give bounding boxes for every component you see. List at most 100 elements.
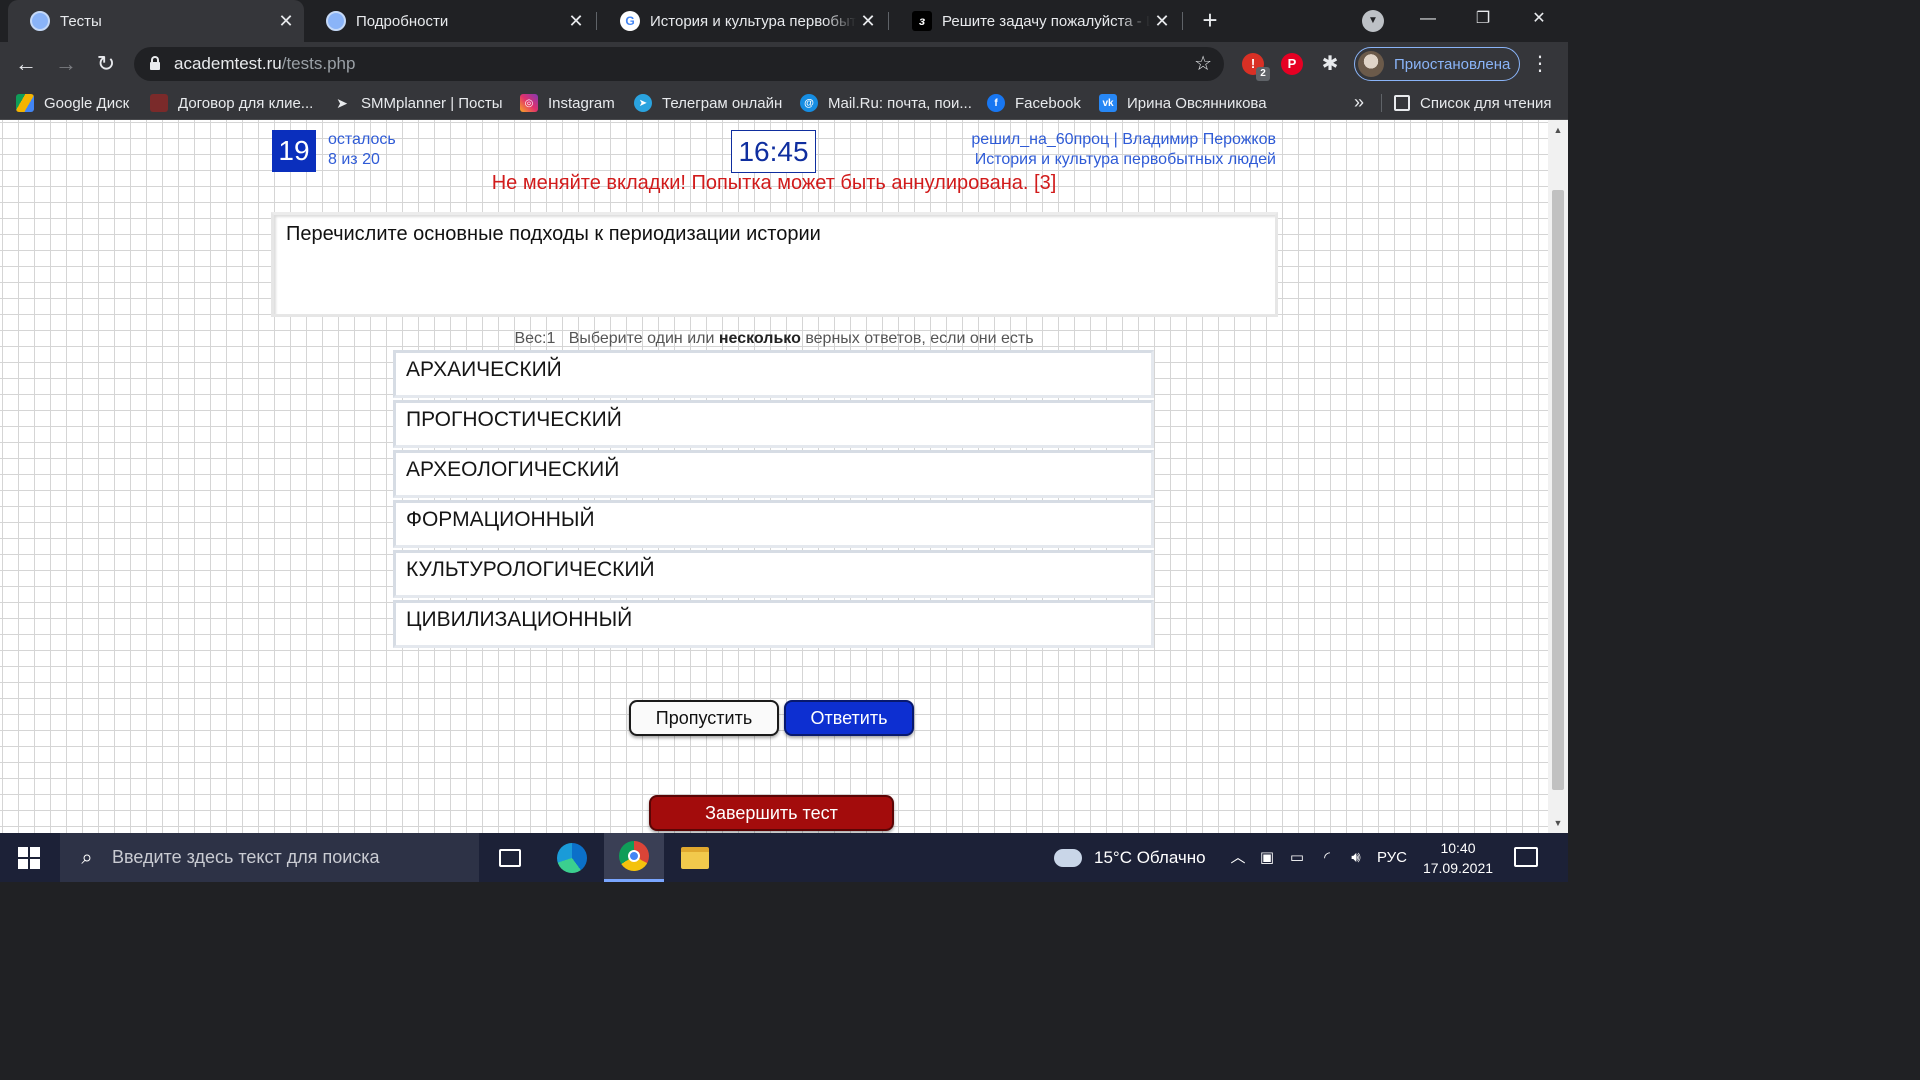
restore-icon[interactable]: ❐ (1460, 0, 1506, 40)
page-scrollbar[interactable]: ▲ ▼ (1548, 120, 1568, 833)
answer-list: АРХАИЧЕСКИЙ ПРОГНОСТИЧЕСКИЙ АРХЕОЛОГИЧЕС… (393, 350, 1154, 650)
facebook-icon: f (987, 94, 1005, 112)
google-icon: G (620, 11, 640, 31)
edge-icon (557, 842, 587, 873)
profile-button[interactable]: Приостановлена (1354, 47, 1520, 81)
language-indicator[interactable]: РУС (1376, 833, 1408, 882)
bookmark-google-drive[interactable]: Google Диск (16, 86, 129, 120)
scroll-down-icon[interactable]: ▼ (1548, 815, 1568, 831)
meet-now-icon[interactable]: ▣ (1256, 833, 1278, 882)
bookmark-label: Facebook (1015, 94, 1081, 112)
question-text: Перечислите основные подходы к периодиза… (271, 212, 1278, 317)
tab-title: История и культура первобытных (650, 12, 856, 30)
browser-menu-icon[interactable]: ⋮ (1530, 50, 1550, 78)
tray-chevron-icon[interactable]: ︿ (1228, 833, 1248, 882)
taskbar-search[interactable]: ⌕ Введите здесь текст для поиска (60, 833, 479, 882)
znanija-icon: з (912, 11, 932, 31)
pinterest-extension-icon[interactable]: P (1281, 53, 1303, 75)
tab-tests[interactable]: Тесты ✕ (8, 0, 304, 42)
tab-separator (888, 12, 889, 30)
explorer-taskbar-button[interactable] (665, 833, 725, 882)
tab-separator (1182, 12, 1183, 30)
clock-date: 17.09.2021 (1422, 860, 1494, 876)
globe-icon (326, 11, 346, 31)
hint-emphasis: несколько (718, 330, 801, 347)
answer-option[interactable]: АРХАИЧЕСКИЙ (393, 350, 1154, 398)
answer-button[interactable]: Ответить (784, 700, 914, 736)
battery-icon[interactable]: ▭ (1286, 833, 1308, 882)
globe-icon (30, 11, 50, 31)
address-bar[interactable]: academtest.ru/tests.php ☆ (134, 47, 1224, 81)
document-icon (150, 94, 168, 112)
avatar (1358, 51, 1384, 77)
hint-text: Выберите один или (568, 330, 715, 347)
new-tab-button[interactable]: + (1196, 6, 1224, 34)
wifi-icon[interactable]: ◜ (1316, 833, 1338, 882)
close-window-icon[interactable]: ✕ (1516, 0, 1562, 40)
mailru-icon: @ (800, 94, 818, 112)
adblock-extension-icon[interactable]: ! 2 (1242, 53, 1270, 81)
skip-button[interactable]: Пропустить (629, 700, 779, 736)
close-icon[interactable]: ✕ (1150, 11, 1174, 32)
reading-list-button[interactable]: Список для чтения (1394, 86, 1552, 120)
answer-option[interactable]: ЦИВИЛИЗАЦИОННЫЙ (393, 600, 1154, 648)
countdown-timer: 16:45 (731, 130, 816, 173)
bookmark-star-icon[interactable]: ☆ (1194, 51, 1212, 76)
tab-switch-warning: Не меняйте вкладки! Попытка может быть а… (491, 172, 1057, 194)
folder-icon (681, 846, 709, 869)
bookmark-instagram[interactable]: ◎ Instagram (520, 86, 615, 120)
hint-text: верных ответов, если они есть (805, 330, 1034, 347)
windows-taskbar: ⌕ Введите здесь текст для поиска 15°C Об… (0, 833, 1568, 882)
forward-icon[interactable]: → (52, 50, 80, 78)
tab-search-icon[interactable]: ▼ (1362, 10, 1384, 32)
windows-start-icon[interactable] (18, 847, 40, 869)
volume-icon[interactable]: 🔊︎ (1344, 833, 1368, 882)
close-icon[interactable]: ✕ (274, 11, 298, 32)
finish-test-button[interactable]: Завершить тест (649, 795, 894, 831)
notifications-icon[interactable] (1514, 847, 1538, 867)
minimize-icon[interactable]: — (1405, 0, 1451, 40)
bookmark-contract[interactable]: Договор для клие... (150, 86, 313, 120)
edge-taskbar-button[interactable] (542, 833, 602, 882)
reload-icon[interactable]: ↻ (92, 50, 120, 78)
taskbar-clock[interactable]: 10:40 17.09.2021 (1418, 838, 1498, 878)
chrome-taskbar-button[interactable] (604, 833, 664, 882)
bookmark-smmplanner[interactable]: ➤ SMMplanner | Посты (333, 86, 503, 120)
extension-badge: 2 (1256, 67, 1270, 81)
scroll-thumb[interactable] (1552, 190, 1564, 790)
extensions-puzzle-icon[interactable]: ✱ (1318, 50, 1342, 78)
task-view-button[interactable] (480, 833, 540, 882)
back-icon[interactable]: ← (12, 50, 40, 78)
bookmark-label: Ирина Овсянникова (1127, 94, 1267, 112)
tab-history[interactable]: G История и культура первобытных ✕ (598, 0, 886, 42)
bookmark-facebook[interactable]: f Facebook (987, 86, 1081, 120)
bookmark-label: Google Диск (44, 94, 130, 112)
answer-option[interactable]: АРХЕОЛОГИЧЕСКИЙ (393, 450, 1154, 498)
scroll-up-icon[interactable]: ▲ (1548, 122, 1568, 138)
answer-option[interactable]: КУЛЬТУРОЛОГИЧЕСКИЙ (393, 550, 1154, 598)
browser-tabstrip: Тесты ✕ Подробности ✕ G История и культу… (0, 0, 1568, 42)
remaining-count: 8 из 20 (328, 151, 380, 168)
tab-title: Тесты (60, 12, 102, 30)
bookmarks-bar: Google Диск Договор для клие... ➤ SMMpla… (0, 86, 1568, 120)
bookmark-mailru[interactable]: @ Mail.Ru: почта, пои... (800, 86, 972, 120)
url-text: academtest.ru/tests.php (174, 54, 356, 73)
bookmark-telegram[interactable]: ➤ Телеграм онлайн (634, 86, 782, 120)
close-icon[interactable]: ✕ (564, 11, 588, 32)
reading-list-icon (1394, 95, 1410, 111)
lock-icon[interactable] (150, 56, 160, 70)
tab-details[interactable]: Подробности ✕ (304, 0, 594, 42)
instagram-icon: ◎ (520, 94, 538, 112)
weather-widget[interactable]: 15°C Облачно (1054, 833, 1206, 882)
user-line: решил_на_60проц | Владимир Перожков (971, 131, 1276, 148)
answer-option[interactable]: ПРОГНОСТИЧЕСКИЙ (393, 400, 1154, 448)
close-icon[interactable]: ✕ (856, 11, 880, 32)
answer-option[interactable]: ФОРМАЦИОННЫЙ (393, 500, 1154, 548)
paper-plane-icon: ➤ (333, 94, 351, 112)
remaining-counter: осталось 8 из 20 (328, 130, 396, 170)
tab-znanija[interactable]: з Решите задачу пожалуйста - Шк ✕ (890, 0, 1180, 42)
bookmark-vk[interactable]: vk Ирина Овсянникова (1099, 86, 1267, 120)
bookmark-label: Instagram (548, 94, 615, 112)
bookmarks-more-button[interactable]: » (1354, 86, 1364, 120)
profile-label: Приостановлена (1394, 55, 1511, 73)
